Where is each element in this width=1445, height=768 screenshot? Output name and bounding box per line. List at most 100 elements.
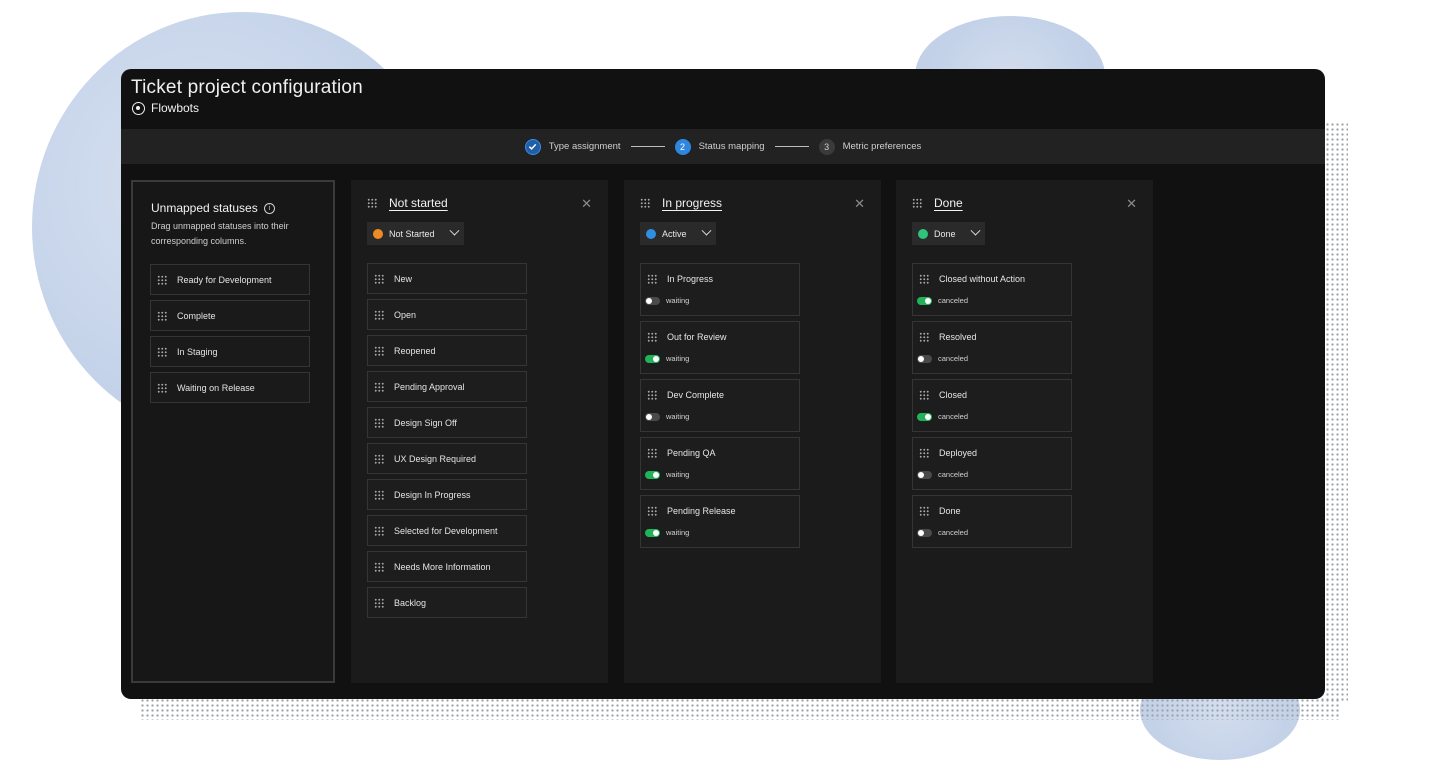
select-value: Done [934, 228, 956, 239]
status-chip[interactable]: UX Design Required [367, 443, 527, 474]
drag-handle-icon[interactable] [157, 274, 167, 285]
status-label: Ready for Development [177, 274, 272, 285]
drag-handle-icon[interactable] [374, 597, 384, 608]
status-card[interactable]: Dev Complete waiting [640, 379, 800, 432]
drag-handle-icon[interactable] [912, 198, 922, 208]
close-icon[interactable]: ✕ [581, 197, 592, 210]
info-icon[interactable]: i [263, 202, 275, 214]
status-label: Pending QA [667, 448, 716, 458]
category-select[interactable]: Active [640, 222, 716, 245]
status-chip[interactable]: Reopened [367, 335, 527, 366]
category-select[interactable]: Not Started [367, 222, 464, 245]
drag-handle-icon[interactable] [647, 390, 657, 400]
status-chip[interactable]: Design In Progress [367, 479, 527, 510]
status-chip[interactable]: Waiting on Release [150, 372, 310, 403]
unmapped-title: Unmapped statuses [151, 201, 258, 215]
drag-handle-icon[interactable] [647, 506, 657, 516]
drag-handle-icon[interactable] [157, 310, 167, 321]
waiting-toggle[interactable] [645, 528, 660, 537]
column-title[interactable]: Not started [389, 196, 448, 210]
toggle-label: canceled [938, 412, 969, 421]
toggle-label: canceled [938, 296, 969, 305]
step-label: Metric preferences [842, 141, 922, 152]
drag-handle-icon[interactable] [157, 382, 167, 393]
status-label: Done [939, 506, 961, 516]
drag-handle-icon[interactable] [374, 345, 384, 356]
status-chip[interactable]: New [367, 263, 527, 294]
drag-handle-icon[interactable] [374, 489, 384, 500]
status-chip[interactable]: Needs More Information [367, 551, 527, 582]
select-value: Not Started [389, 228, 435, 239]
drag-handle-icon[interactable] [640, 198, 650, 208]
step-connector [774, 146, 809, 147]
toggle-label: canceled [938, 354, 969, 363]
drag-handle-icon[interactable] [374, 273, 384, 284]
status-chip[interactable]: Selected for Development [367, 515, 527, 546]
status-label: In Staging [177, 346, 218, 357]
status-card[interactable]: Done canceled [912, 495, 1072, 548]
step-type-assignment[interactable]: Type assignment [524, 138, 621, 155]
drag-handle-icon[interactable] [157, 346, 167, 357]
status-card-list: Closed without Action canceled Resolved … [912, 263, 1072, 548]
status-card[interactable]: Pending Release waiting [640, 495, 800, 548]
drag-handle-icon[interactable] [919, 332, 929, 342]
status-label: New [394, 273, 413, 284]
drag-handle-icon[interactable] [919, 506, 929, 516]
status-card[interactable]: Closed canceled [912, 379, 1072, 432]
category-select[interactable]: Done [912, 222, 985, 245]
canceled-toggle[interactable] [917, 528, 932, 537]
close-icon[interactable]: ✕ [854, 197, 865, 210]
column-title[interactable]: In progress [662, 196, 722, 210]
status-chip[interactable]: Complete [150, 300, 310, 331]
canceled-toggle[interactable] [917, 296, 932, 305]
status-chip[interactable]: In Staging [150, 336, 310, 367]
waiting-toggle[interactable] [645, 296, 660, 305]
unmapped-list: Ready for Development Complete In Stagin… [150, 264, 310, 403]
status-card[interactable]: Deployed canceled [912, 437, 1072, 490]
status-label: Pending Release [667, 506, 736, 516]
drag-handle-icon[interactable] [367, 198, 377, 208]
step-connector [630, 146, 665, 147]
status-card[interactable]: Pending QA waiting [640, 437, 800, 490]
status-label: Closed without Action [939, 274, 1026, 284]
close-icon[interactable]: ✕ [1126, 197, 1137, 210]
drag-handle-icon[interactable] [647, 274, 657, 284]
waiting-toggle[interactable] [645, 470, 660, 479]
waiting-toggle[interactable] [645, 354, 660, 363]
step-metric-preferences[interactable]: 3 Metric preferences [818, 138, 922, 155]
canceled-toggle[interactable] [917, 470, 932, 479]
column-in-progress: In progress ✕ Active In Progress waiting… [624, 180, 881, 683]
drag-handle-icon[interactable] [374, 381, 384, 392]
drag-handle-icon[interactable] [919, 448, 929, 458]
status-chip[interactable]: Design Sign Off [367, 407, 527, 438]
status-chip[interactable]: Pending Approval [367, 371, 527, 402]
drag-handle-icon[interactable] [374, 453, 384, 464]
status-label: Dev Complete [667, 390, 725, 400]
status-card[interactable]: Closed without Action canceled [912, 263, 1072, 316]
waiting-toggle[interactable] [645, 412, 660, 421]
status-color-dot [646, 228, 656, 239]
drag-handle-icon[interactable] [919, 274, 929, 284]
drag-handle-icon[interactable] [374, 561, 384, 572]
step-label: Status mapping [698, 141, 765, 152]
status-chip[interactable]: Backlog [367, 587, 527, 618]
drag-handle-icon[interactable] [919, 390, 929, 400]
page-title: Ticket project configuration [131, 77, 363, 98]
column-title[interactable]: Done [934, 196, 963, 210]
status-label: Pending Approval [394, 381, 465, 392]
status-chip[interactable]: Open [367, 299, 527, 330]
stepper: Type assignment 2 Status mapping 3 Metri… [121, 129, 1325, 164]
step-status-mapping[interactable]: 2 Status mapping [674, 138, 765, 155]
canceled-toggle[interactable] [917, 354, 932, 363]
status-label: Open [394, 309, 417, 320]
status-card[interactable]: Out for Review waiting [640, 321, 800, 374]
drag-handle-icon[interactable] [647, 332, 657, 342]
drag-handle-icon[interactable] [374, 525, 384, 536]
status-card[interactable]: In Progress waiting [640, 263, 800, 316]
canceled-toggle[interactable] [917, 412, 932, 421]
drag-handle-icon[interactable] [647, 448, 657, 458]
status-chip[interactable]: Ready for Development [150, 264, 310, 295]
drag-handle-icon[interactable] [374, 417, 384, 428]
status-card[interactable]: Resolved canceled [912, 321, 1072, 374]
drag-handle-icon[interactable] [374, 309, 384, 320]
